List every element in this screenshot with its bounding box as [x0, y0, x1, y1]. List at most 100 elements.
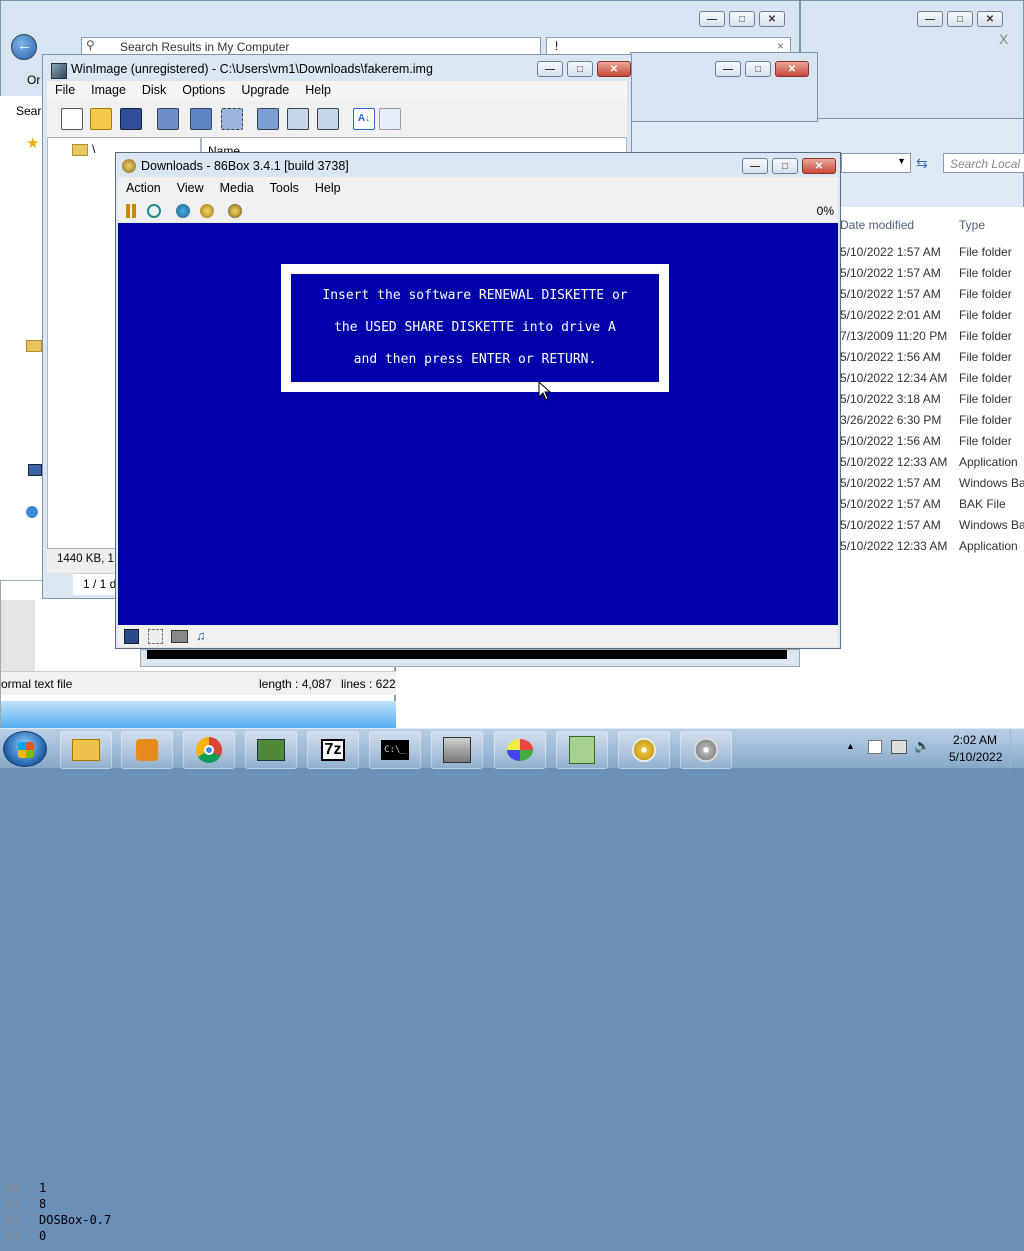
paint-icon: [507, 739, 533, 761]
paint-taskbar-button[interactable]: [494, 731, 546, 769]
menu-view[interactable]: View: [169, 181, 212, 195]
reset-icon[interactable]: [147, 204, 161, 218]
pause-icon[interactable]: [126, 204, 130, 218]
start-button[interactable]: [3, 731, 47, 767]
line-text[interactable]: DOSBox-0.7: [39, 1213, 111, 1227]
list-item[interactable]: 5/10/2022 12:33 AM Application: [840, 455, 1024, 476]
cdrom-icon[interactable]: [148, 629, 163, 644]
menu-disk[interactable]: Disk: [134, 83, 174, 97]
ctrl-alt-del-icon[interactable]: [176, 204, 190, 218]
close-button[interactable]: ✕: [802, 158, 836, 174]
emulator-screen[interactable]: Insert the software RENEWAL DISKETTE or …: [118, 223, 838, 625]
transfer-icon[interactable]: [190, 108, 212, 130]
save-icon[interactable]: [120, 108, 142, 130]
box86-menubar: Action View Media Tools Help: [118, 177, 838, 199]
windows-logo-icon: [18, 742, 34, 758]
notepad-plus-taskbar-button[interactable]: [556, 731, 608, 769]
maximize-button[interactable]: □: [772, 158, 798, 174]
copy-disk-icon[interactable]: [157, 108, 179, 130]
network-tray-icon[interactable]: [891, 740, 907, 754]
7zip-taskbar-button[interactable]: 7z: [307, 731, 359, 769]
maximize-button[interactable]: □: [745, 61, 771, 77]
check-icon[interactable]: [287, 108, 309, 130]
select-icon[interactable]: [221, 108, 243, 130]
extract-icon[interactable]: [257, 108, 279, 130]
list-item[interactable]: 5/10/2022 3:18 AM File folder: [840, 392, 1024, 413]
list-item[interactable]: 3/26/2022 6:30 PM File folder: [840, 413, 1024, 434]
disc-burn-taskbar-button[interactable]: [680, 731, 732, 769]
menu-action[interactable]: Action: [118, 181, 169, 195]
action-center-icon[interactable]: [868, 740, 882, 754]
floppy-icon[interactable]: [124, 629, 139, 644]
volume-icon[interactable]: 🔈: [914, 738, 930, 754]
list-item[interactable]: 5/10/2022 1:57 AM File folder: [840, 287, 1024, 308]
list-item[interactable]: 5/10/2022 12:34 AM File folder: [840, 371, 1024, 392]
row-date: 5/10/2022 3:18 AM: [840, 392, 941, 406]
menu-media[interactable]: Media: [212, 181, 262, 195]
menu-upgrade[interactable]: Upgrade: [233, 83, 297, 97]
list-item[interactable]: 5/10/2022 12:33 AM Application: [840, 539, 1024, 560]
minimize-button[interactable]: —: [742, 158, 768, 174]
open-folder-icon[interactable]: [90, 108, 112, 130]
list-item[interactable]: 5/10/2022 1:56 AM File folder: [840, 434, 1024, 455]
close-button[interactable]: ✕: [597, 61, 631, 77]
media-player-taskbar-button[interactable]: [121, 731, 173, 769]
new-file-icon[interactable]: [61, 108, 83, 130]
list-item[interactable]: 5/10/2022 1:57 AM File folder: [840, 245, 1024, 266]
list-item[interactable]: 5/10/2022 1:57 AM Windows Ba: [840, 518, 1024, 539]
sort-az-icon[interactable]: A↓: [353, 108, 375, 130]
hardware-taskbar-button[interactable]: [245, 731, 297, 769]
list-item[interactable]: 5/10/2022 1:57 AM File folder: [840, 266, 1024, 287]
minimize-button[interactable]: —: [917, 11, 943, 27]
tree-root-label[interactable]: \: [92, 142, 95, 156]
list-item[interactable]: 5/10/2022 1:56 AM File folder: [840, 350, 1024, 371]
show-desktop-button[interactable]: [1010, 729, 1024, 769]
edit-icon[interactable]: [317, 108, 339, 130]
close-button[interactable]: ✕: [977, 11, 1003, 27]
network-card-icon[interactable]: [171, 630, 188, 643]
clear-search-icon[interactable]: ×: [777, 39, 784, 53]
column-type-header[interactable]: Type: [959, 218, 985, 232]
show-hidden-icons-icon[interactable]: ▲: [846, 741, 855, 751]
list-item[interactable]: 5/10/2022 1:57 AM BAK File: [840, 497, 1024, 518]
maximize-button[interactable]: □: [947, 11, 973, 27]
list-item[interactable]: 5/10/2022 2:01 AM File folder: [840, 308, 1024, 329]
close-x-icon[interactable]: X: [999, 31, 1008, 47]
address-bar[interactable]: ⚲ Search Results in My Computer: [81, 37, 541, 55]
clock-time[interactable]: 2:02 AM: [953, 733, 997, 747]
close-button[interactable]: ✕: [759, 11, 785, 27]
settings-icon[interactable]: [228, 204, 242, 218]
menu-image[interactable]: Image: [83, 83, 134, 97]
menu-file[interactable]: File: [47, 83, 83, 97]
line-text[interactable]: 1: [39, 1181, 46, 1195]
minimize-button[interactable]: —: [699, 11, 725, 27]
menu-help[interactable]: Help: [307, 181, 349, 195]
sound-icon[interactable]: ♫: [196, 628, 206, 643]
sort-icon[interactable]: [379, 108, 401, 130]
menu-help[interactable]: Help: [297, 83, 339, 97]
line-text[interactable]: 0: [39, 1229, 46, 1243]
maximize-button[interactable]: □: [729, 11, 755, 27]
clock-date[interactable]: 5/10/2022: [949, 750, 1002, 764]
close-button[interactable]: ✕: [775, 61, 809, 77]
chrome-taskbar-button[interactable]: [183, 731, 235, 769]
back-nav-button[interactable]: ←: [11, 34, 37, 60]
front-search-input[interactable]: Search Local D: [943, 153, 1024, 173]
chevron-down-icon[interactable]: ▼: [897, 156, 906, 166]
86box-taskbar-button[interactable]: [431, 731, 483, 769]
refresh-icon[interactable]: ⇆: [916, 155, 928, 172]
ctrl-alt-esc-icon[interactable]: [200, 204, 214, 218]
line-text[interactable]: 8: [39, 1197, 46, 1211]
disc-taskbar-button[interactable]: [618, 731, 670, 769]
minimize-button[interactable]: —: [537, 61, 563, 77]
column-date-header[interactable]: Date modified: [840, 218, 914, 232]
maximize-button[interactable]: □: [567, 61, 593, 77]
menu-tools[interactable]: Tools: [262, 181, 307, 195]
list-item[interactable]: 7/13/2009 11:20 PM File folder: [840, 329, 1024, 350]
minimize-button[interactable]: —: [715, 61, 741, 77]
front-address-bar[interactable]: ▼: [841, 153, 911, 173]
explorer-taskbar-button[interactable]: [60, 731, 112, 769]
menu-options[interactable]: Options: [174, 83, 233, 97]
list-item[interactable]: 5/10/2022 1:57 AM Windows Ba: [840, 476, 1024, 497]
cmd-taskbar-button[interactable]: C:\_: [369, 731, 421, 769]
